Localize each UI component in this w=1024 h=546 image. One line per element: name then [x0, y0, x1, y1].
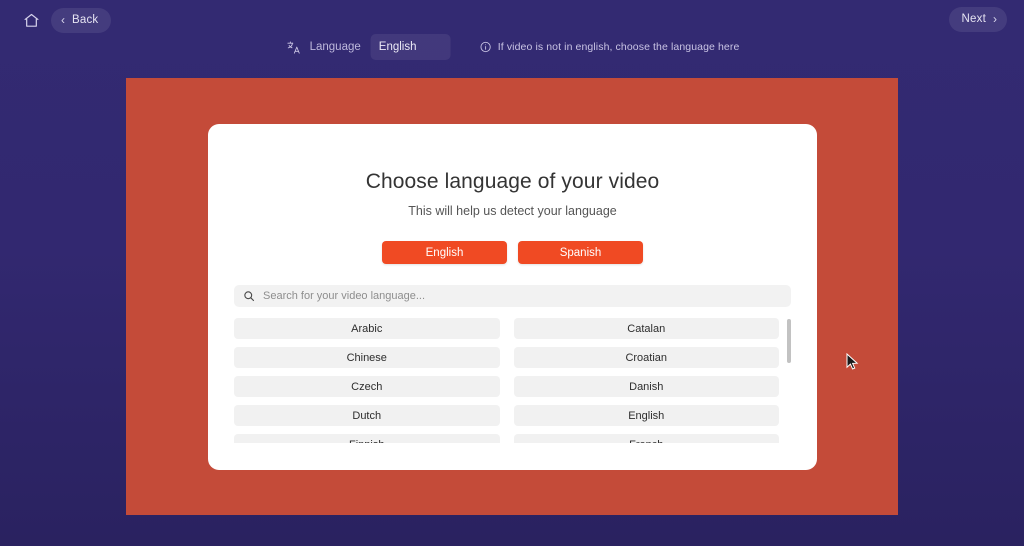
modal-subtitle: This will help us detect your language — [408, 204, 617, 218]
language-list-scrollbar[interactable] — [787, 318, 791, 443]
search-icon — [243, 290, 255, 302]
language-list-item[interactable]: Arabic — [234, 318, 500, 339]
next-button-label: Next — [961, 13, 986, 25]
language-input[interactable] — [370, 34, 451, 60]
back-button-label: Back — [72, 13, 99, 26]
chevron-right-icon: › — [993, 12, 997, 26]
quick-language-english[interactable]: English — [382, 241, 507, 264]
language-list-grid: Arabic Catalan Chinese Croatian Czech Danish D… — [234, 318, 791, 443]
quick-language-spanish[interactable]: Spanish — [518, 241, 643, 264]
language-list-item[interactable]: Dutch — [234, 405, 500, 426]
language-list-item[interactable]: Czech — [234, 376, 500, 397]
info-circle-icon — [479, 41, 492, 54]
modal-title: Choose language of your video — [365, 170, 660, 193]
home-icon[interactable] — [18, 7, 45, 33]
language-label: Language — [309, 41, 361, 53]
top-navigation-bar: ‹ Back Next › Language English If video … — [0, 0, 1024, 70]
chevron-left-icon: ‹ — [61, 12, 65, 27]
language-list-item[interactable]: Croatian — [513, 347, 779, 368]
back-button[interactable]: ‹ Back — [51, 7, 112, 33]
language-list-item[interactable]: Chinese — [234, 347, 500, 368]
language-search-field[interactable] — [234, 285, 791, 307]
language-list-item[interactable]: English — [513, 405, 779, 426]
search-input[interactable] — [263, 287, 782, 305]
language-list-item[interactable]: Danish — [513, 376, 779, 397]
language-hint: If video is not in english, choose the l… — [479, 41, 740, 54]
language-list-item[interactable]: French — [513, 434, 779, 443]
language-list: Arabic Catalan Chinese Croatian Czech Danish D… — [234, 318, 791, 443]
topbar-left-group: ‹ Back — [18, 7, 112, 33]
language-chooser-modal: Choose language of your video This will … — [208, 124, 817, 470]
language-hint-text: If video is not in english, choose the l… — [497, 41, 740, 53]
scrollbar-thumb[interactable] — [787, 319, 791, 363]
quick-language-buttons: English Spanish — [208, 241, 817, 264]
language-list-item[interactable]: Finnish — [234, 434, 500, 443]
language-list-item[interactable]: Catalan — [513, 318, 779, 339]
next-button[interactable]: Next › — [948, 7, 1007, 32]
translate-icon — [285, 38, 303, 56]
language-selector-strip: Language If video is not in english, cho… — [285, 33, 740, 61]
